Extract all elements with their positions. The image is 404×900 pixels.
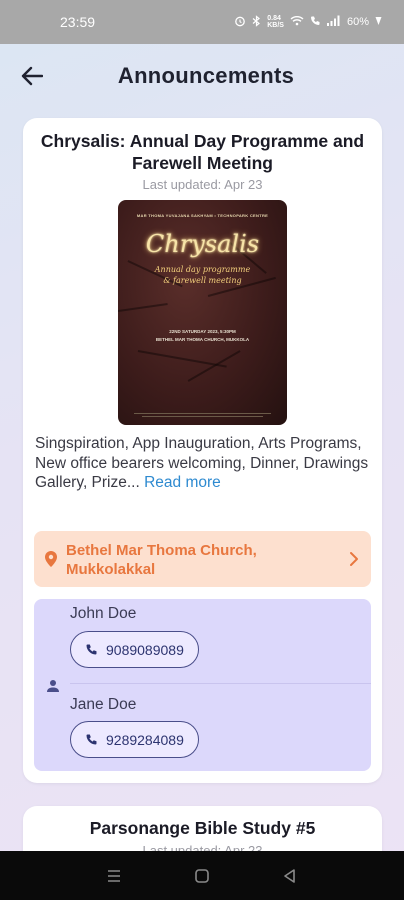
poster-date: 22ND SATURDAY 2023, 5:30PM — [169, 329, 236, 334]
battery-level: 60% — [346, 16, 369, 28]
wifi-icon — [290, 15, 304, 29]
back-button[interactable] — [18, 62, 46, 90]
call-button[interactable]: 9289284089 — [70, 721, 199, 758]
location-button[interactable]: Bethel Mar Thoma Church, Mukkolakkal — [34, 531, 371, 587]
event-poster[interactable]: MAR THOMA YUVAJANA SAKHYAM • TECHNOPARK … — [118, 200, 287, 425]
status-bar: 23:59 0.84 KB/S 60% — [0, 0, 404, 44]
contact-name: Jane Doe — [70, 696, 137, 713]
person-icon — [47, 680, 59, 692]
announcement-title: Parsonange Bible Study #5 — [89, 818, 316, 838]
poster-venue: BETHEL MAR THOMA CHURCH, MUKKOLA — [155, 337, 250, 342]
recents-button[interactable] — [104, 866, 124, 886]
poster-subtitle-line1: Annual day programme — [154, 265, 251, 274]
poster-title: Chrysalis — [145, 230, 260, 258]
bluetooth-icon — [252, 14, 261, 30]
home-button[interactable] — [192, 866, 212, 886]
poster-subtitle-line2: & farewell meeting — [163, 276, 242, 285]
poster-org: MAR THOMA YUVAJANA SAKHYAM • TECHNOPARK … — [136, 213, 269, 218]
signal-icon — [326, 15, 341, 29]
call-button[interactable]: 9089089089 — [70, 631, 199, 668]
phone-icon — [86, 734, 97, 745]
contact-name: John Doe — [70, 605, 137, 622]
home-square-icon — [195, 868, 209, 883]
contacts-panel: John Doe 9089089089 Jane Doe 9289284089 — [34, 599, 371, 771]
location-text: Bethel Mar Thoma Church, Mukkolakkal — [66, 542, 257, 578]
page-title: Announcements — [117, 63, 295, 88]
announcement-card[interactable]: Chrysalis: Annual Day Programme and Fare… — [23, 118, 382, 783]
call-icon — [310, 15, 321, 29]
announcement-title: Chrysalis: Annual Day Programme and Fare… — [40, 131, 365, 173]
app-header: Announcements — [0, 44, 404, 108]
chevron-right-icon — [350, 552, 358, 566]
back-triangle-icon — [284, 868, 295, 883]
contact-divider — [70, 683, 371, 684]
phone-number: 9089089089 — [106, 641, 184, 658]
read-more-link[interactable]: Read more — [144, 474, 221, 491]
system-nav-bar — [0, 851, 404, 900]
poster-footer — [128, 413, 277, 417]
poster-subtitle: Annual day programme & farewell meeting — [118, 264, 287, 286]
last-updated: Last updated: Apr 23 — [142, 177, 263, 192]
network-speed: 0.84 KB/S — [267, 15, 284, 29]
back-nav-button[interactable] — [280, 866, 300, 886]
arrow-left-icon — [21, 66, 43, 86]
phone-number: 9289284089 — [106, 731, 184, 748]
alarm-icon — [234, 15, 246, 30]
announcement-description: Singspiration, App Inauguration, Arts Pr… — [35, 434, 370, 493]
menu-icon — [108, 869, 120, 882]
status-icons: 0.84 KB/S 60% — [234, 14, 382, 30]
status-time: 23:59 — [60, 14, 96, 30]
phone-icon — [86, 644, 97, 655]
location-pin-icon — [45, 551, 57, 567]
battery-icon — [375, 16, 382, 29]
poster-info: 22ND SATURDAY 2023, 5:30PM BETHEL MAR TH… — [118, 328, 287, 344]
